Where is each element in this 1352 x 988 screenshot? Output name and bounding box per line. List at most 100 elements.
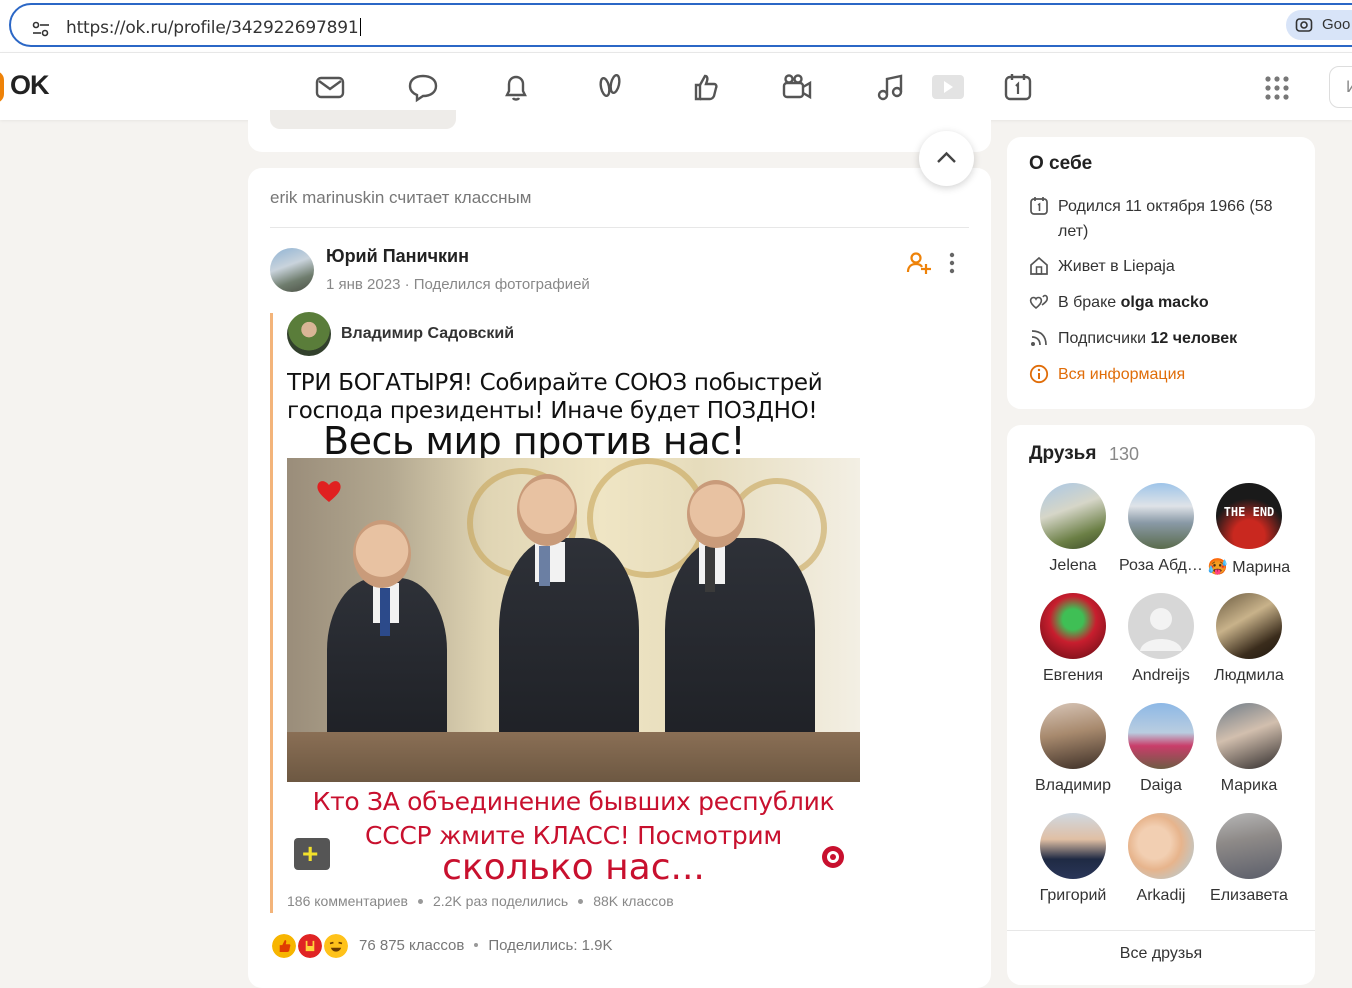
reaction-summary: 76 875 классов Поделились: 1.9K: [359, 937, 613, 954]
friend-avatar: THE END: [1216, 483, 1282, 549]
divider: [1007, 930, 1315, 931]
calendar-icon[interactable]: [1000, 69, 1036, 105]
comments-count[interactable]: 186 комментариев: [287, 893, 408, 909]
about-all-info[interactable]: Вся информация: [1029, 362, 1299, 387]
friend-item[interactable]: Людмила: [1207, 593, 1291, 685]
url-text[interactable]: https://ok.ru/profile/342922697891: [66, 18, 361, 38]
reactions-count[interactable]: 76 875 классов: [359, 937, 464, 954]
friend-item[interactable]: Роза Абдулаева: [1119, 483, 1203, 575]
city-link[interactable]: Liepaja: [1123, 258, 1175, 275]
search-input[interactable]: И: [1329, 66, 1352, 108]
friend-item[interactable]: Марика: [1207, 703, 1291, 795]
divider: [270, 227, 969, 228]
default-avatar-icon: [1140, 608, 1182, 651]
activity-caption[interactable]: erik marinuskin считает классным: [270, 188, 531, 208]
friend-avatar: [1128, 483, 1194, 549]
messages-icon[interactable]: [312, 69, 348, 105]
friends-count: 130: [1109, 444, 1140, 464]
friend-avatar: [1128, 813, 1194, 879]
about-birth: Родился 11 октября 1966 (58 лет): [1029, 194, 1299, 244]
thumbs-up-emoji-icon: [270, 932, 298, 960]
hearts-icon: [1029, 294, 1049, 310]
author-meta: 1 янв 2023 · Поделился фотографией: [326, 276, 590, 293]
shares-count[interactable]: 2.2K раз поделились: [433, 893, 568, 909]
friend-avatar: [1040, 813, 1106, 879]
friend-avatar: [1040, 703, 1106, 769]
add-photo-button[interactable]: +: [294, 838, 330, 870]
image-caption-headline: Весь мир против нас!: [323, 419, 746, 463]
about-subscribers: Подписчики 12 человек: [1029, 326, 1299, 351]
discussions-icon[interactable]: [405, 69, 441, 105]
friend-item[interactable]: Jelena: [1031, 483, 1115, 575]
post-image[interactable]: ТРИ БОГАТЫРЯ! Собирайте СОЮЗ побыстрей г…: [287, 363, 860, 883]
music-icon[interactable]: [872, 69, 908, 105]
previous-post-card: [248, 110, 991, 152]
about-city: Живет в Liepaja: [1029, 254, 1299, 279]
seal-icon: [822, 846, 844, 868]
subscribers-link[interactable]: 12 человек: [1150, 330, 1237, 347]
friend-avatar: [1040, 593, 1106, 659]
friend-item[interactable]: Евгения: [1031, 593, 1115, 685]
about-card: О себе Родился 11 октября 1966 (58 лет) …: [1007, 137, 1315, 409]
url-field[interactable]: https://ok.ru/profile/342922697891: [9, 3, 1352, 47]
calendar-icon: [1030, 197, 1048, 215]
friend-item[interactable]: Григорий: [1031, 813, 1115, 905]
notifications-icon[interactable]: [498, 69, 534, 105]
lens-icon: [1295, 18, 1313, 32]
rock-emoji-icon: [296, 932, 324, 960]
friend-item[interactable]: THE END 🥵 Марина: [1207, 483, 1291, 577]
ok-logo[interactable]: OK: [10, 70, 49, 101]
friend-avatar: [1040, 483, 1106, 549]
friend-avatar: [1128, 593, 1194, 659]
all-friends-link[interactable]: Все друзья: [1007, 945, 1315, 963]
chevron-up-icon: [937, 151, 956, 163]
likes-count[interactable]: 88K классов: [593, 893, 673, 909]
google-lens-button[interactable]: Goo: [1286, 10, 1352, 40]
heart-icon: [317, 481, 341, 502]
friend-item[interactable]: Владимир: [1031, 703, 1115, 795]
author-name[interactable]: Юрий Паничкин: [326, 246, 469, 267]
videos-play-icon[interactable]: [929, 71, 965, 107]
friend-avatar: [1216, 813, 1282, 879]
about-marriage: В браке olga macko: [1029, 290, 1299, 315]
friends-card: Друзья 130 Jelena Роза Абдулаева THE END…: [1007, 425, 1315, 985]
video-icon[interactable]: [779, 69, 815, 105]
site-settings-icon[interactable]: [31, 19, 51, 39]
reactions[interactable]: [270, 932, 352, 962]
friend-item[interactable]: Елизавета: [1207, 813, 1291, 905]
laughing-emoji-icon: [322, 932, 350, 960]
post-stats: 186 комментариев 2.2K раз поделились 88K к…: [287, 893, 674, 909]
friend-item[interactable]: Arkadij: [1119, 813, 1203, 905]
image-caption-top: ТРИ БОГАТЫРЯ! Собирайте СОЮЗ побыстрей г…: [287, 370, 823, 424]
add-friend-icon[interactable]: [906, 250, 932, 276]
friend-item[interactable]: Andreijs: [1119, 593, 1203, 685]
apps-grid-icon[interactable]: [1264, 75, 1290, 101]
friend-avatar: [1216, 593, 1282, 659]
about-title: О себе: [1029, 153, 1093, 174]
image-caption-call: Кто ЗА объединение бывших республик СССР…: [312, 787, 835, 850]
spouse-link[interactable]: olga macko: [1121, 294, 1209, 311]
more-options-icon[interactable]: [946, 250, 958, 276]
home-icon: [1030, 256, 1048, 275]
image-caption-bottom: сколько нас...: [442, 847, 705, 883]
reshared-author-avatar[interactable]: [287, 312, 331, 356]
feed-post-card: erik marinuskin считает классным Юрий Па…: [248, 168, 991, 988]
previous-post-pill[interactable]: [270, 110, 456, 129]
friend-item[interactable]: Daiga: [1119, 703, 1203, 795]
scroll-to-top-button[interactable]: [919, 131, 974, 186]
rss-icon: [1031, 330, 1047, 346]
guests-icon[interactable]: [592, 69, 628, 105]
events-thumb-icon[interactable]: [686, 69, 722, 105]
friends-title: Друзья: [1029, 443, 1097, 464]
google-lens-label: Goo: [1322, 16, 1351, 33]
reshared-author-name[interactable]: Владимир Садовский: [341, 325, 514, 343]
browser-address-bar: https://ok.ru/profile/342922697891 Goo: [0, 0, 1352, 52]
reshare-bar: [270, 313, 273, 913]
author-avatar[interactable]: [270, 248, 314, 292]
photo: [287, 458, 860, 782]
info-icon: [1029, 364, 1049, 384]
friend-avatar: [1216, 703, 1282, 769]
ok-logo-mark: [0, 71, 4, 103]
shared-count[interactable]: Поделились: 1.9K: [488, 937, 612, 954]
friend-avatar: [1128, 703, 1194, 769]
